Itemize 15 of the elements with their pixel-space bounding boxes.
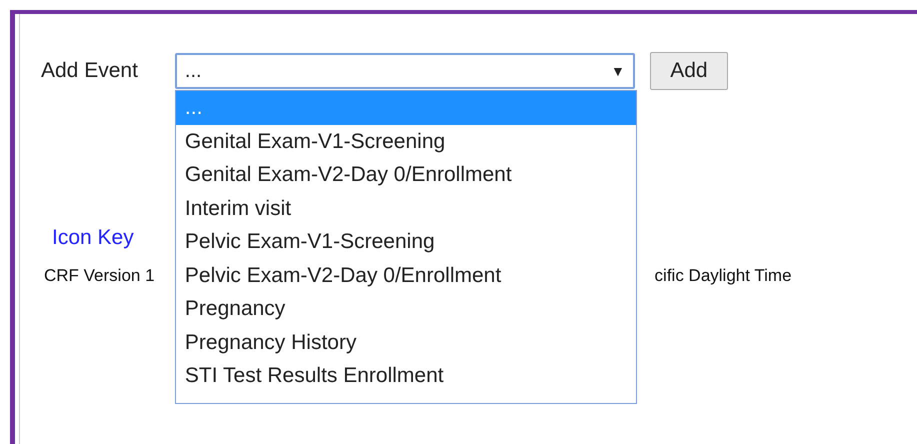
dropdown-option[interactable]: Pelvic Exam-V1-Screening <box>176 225 636 258</box>
dropdown-option[interactable]: Genital Exam-V1-Screening <box>176 124 636 158</box>
add-event-label: Add Event <box>41 59 138 83</box>
dropdown-option[interactable]: Pregnancy History <box>176 326 636 359</box>
event-select[interactable]: ... ▼ <box>174 53 635 89</box>
add-button[interactable]: Add <box>650 52 728 90</box>
dropdown-option[interactable]: Interim visit <box>176 192 636 225</box>
dropdown-option[interactable]: STI Test Results Enrollment <box>176 359 636 392</box>
icon-key-link[interactable]: Icon Key <box>52 226 134 250</box>
caret-icon: ▼ <box>611 63 625 79</box>
dropdown-option[interactable]: Pelvic Exam-V2-Day 0/Enrollment <box>176 258 636 292</box>
dropdown-option[interactable]: Genital Exam-V2-Day 0/Enrollment <box>176 158 636 192</box>
timezone-text: cific Daylight Time <box>654 266 792 286</box>
crf-version-text: CRF Version 1 <box>44 266 155 286</box>
dropdown-option[interactable]: Pregnancy <box>176 292 636 326</box>
